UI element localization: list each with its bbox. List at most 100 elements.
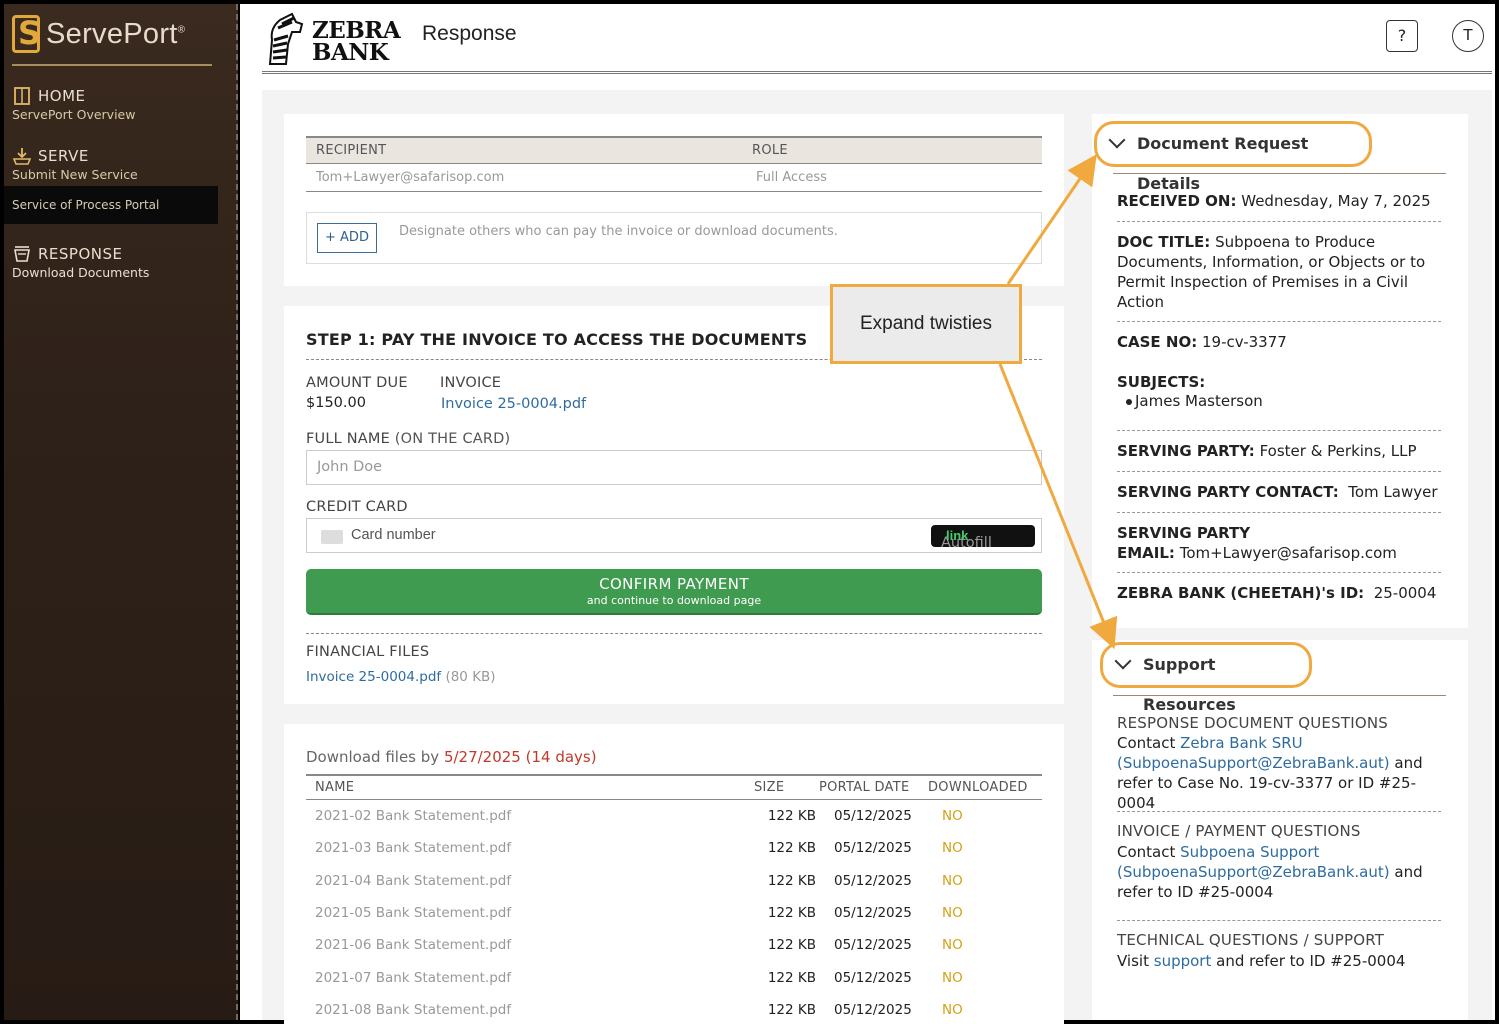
sidebar-item-sublabel: Download Documents — [12, 265, 150, 280]
autofill-label: Autofill — [941, 535, 992, 551]
confirm-payment-sublabel: and continue to download page — [586, 594, 762, 607]
file-portal-date: 05/12/2025 — [834, 937, 912, 954]
sidebar-item-response[interactable]: RESPONSE Download Documents — [12, 244, 232, 280]
autofill-link-button[interactable]: Autofill link — [931, 525, 1035, 551]
file-size: 122 KB — [767, 872, 816, 889]
file-portal-date: 05/12/2025 — [834, 808, 912, 825]
file-downloaded-status: NO — [942, 905, 963, 922]
file-name-link[interactable]: 2021-07 Bank Statement.pdf — [306, 970, 746, 986]
column-header-role: ROLE — [752, 143, 788, 158]
card-number-placeholder: Card number — [351, 527, 436, 543]
divider — [1113, 695, 1446, 696]
file-name-link[interactable]: 2021-03 Bank Statement.pdf — [306, 840, 746, 856]
chevron-down-icon — [1108, 131, 1126, 149]
file-portal-date: 05/12/2025 — [834, 905, 912, 922]
divider — [1117, 430, 1441, 431]
divider — [1113, 173, 1446, 174]
file-size: 122 KB — [767, 969, 816, 986]
file-downloaded-status: NO — [942, 872, 963, 889]
subject-item: James Masterson — [1126, 392, 1263, 410]
divider — [1117, 572, 1441, 573]
serving-party-row: SERVING PARTY: Foster & Perkins, LLP — [1117, 442, 1417, 460]
support-resources-title: Support Resources — [1143, 655, 1236, 714]
divider — [1117, 321, 1441, 322]
file-name-link[interactable]: 2021-05 Bank Statement.pdf — [306, 905, 746, 921]
confirm-payment-button[interactable]: CONFIRM PAYMENT and continue to download… — [306, 569, 1042, 615]
response-questions-heading: RESPONSE DOCUMENT QUESTIONS — [1117, 714, 1388, 732]
divider — [1117, 811, 1441, 812]
document-details-twisty[interactable]: Document Request Details — [1094, 121, 1372, 193]
sidebar: ServePort® HOME ServePort Overview SERVE… — [4, 4, 238, 1020]
file-downloaded-status: NO — [942, 969, 963, 986]
file-name-link[interactable]: 2021-08 Bank Statement.pdf — [306, 1002, 746, 1018]
table-row: 2021-04 Bank Statement.pdf 122 KB 05/12/… — [306, 865, 1042, 897]
serveport-logo-icon — [12, 14, 41, 53]
amount-due-label: AMOUNT DUE — [306, 375, 408, 391]
file-name-link[interactable]: 2021-02 Bank Statement.pdf — [306, 808, 746, 824]
recipients-table: RECIPIENT ROLE Tom+Lawyer@safarisop.com … — [306, 136, 1042, 192]
column-header-downloaded: DOWNLOADED — [928, 780, 1028, 795]
add-recipient-button[interactable]: + ADD — [317, 223, 377, 253]
full-name-input[interactable]: John Doe — [306, 450, 1042, 485]
table-row: 2021-07 Bank Statement.pdf 122 KB 05/12/… — [306, 961, 1042, 993]
sidebar-item-sublabel: ServePort Overview — [12, 107, 136, 122]
support-link[interactable]: support — [1154, 952, 1212, 970]
credit-card-icon — [321, 530, 343, 544]
download-deadline-prefix: Download files by — [306, 748, 440, 766]
file-portal-date: 05/12/2025 — [834, 872, 912, 889]
financial-file-size: (80 KB) — [445, 669, 496, 685]
support-email-link[interactable]: (SubpoenaSupport@ZebraBank.aut) — [1117, 863, 1390, 881]
file-downloaded-status: NO — [942, 808, 963, 825]
invoice-label: INVOICE — [440, 375, 502, 391]
sidebar-item-label: RESPONSE — [38, 245, 123, 263]
downloads-card: Download files by 5/27/2025 (14 days) NA… — [284, 724, 1064, 1024]
table-row: 2021-08 Bank Statement.pdf 122 KB 05/12/… — [306, 994, 1042, 1024]
annotation-callout: Expand twisties — [830, 284, 1022, 364]
subpoena-support-link[interactable]: Subpoena Support — [1180, 843, 1319, 861]
file-size: 122 KB — [767, 1001, 816, 1018]
serveport-logo[interactable]: ServePort® — [12, 12, 185, 56]
download-deadline-date: 5/27/2025 (14 days) — [443, 748, 597, 766]
column-header-size: SIZE — [754, 780, 785, 795]
divider — [1117, 471, 1441, 472]
sidebar-active-label: Service of Process Portal — [12, 198, 160, 212]
invoice-questions-body: Contact Subpoena Support (SubpoenaSuppor… — [1117, 843, 1423, 901]
divider — [1117, 221, 1441, 222]
support-email-link[interactable]: (SubpoenaSupport@ZebraBank.aut) — [1117, 754, 1390, 772]
full-name-hint: (ON THE CARD) — [394, 431, 511, 447]
recipients-card: RECIPIENT ROLE Tom+Lawyer@safarisop.com … — [284, 114, 1064, 286]
user-avatar-button[interactable]: T — [1452, 20, 1484, 52]
file-downloaded-status: NO — [942, 937, 963, 954]
financial-files-label: FINANCIAL FILES — [306, 644, 430, 660]
file-portal-date: 05/12/2025 — [834, 969, 912, 986]
amount-due-value: $150.00 — [306, 395, 366, 411]
full-name-placeholder: John Doe — [317, 459, 383, 475]
support-resources-twisty[interactable]: Support Resources — [1100, 642, 1312, 714]
payment-card: STEP 1: PAY THE INVOICE TO ACCESS THE DO… — [284, 306, 1064, 704]
brand-name: ServePort — [46, 17, 178, 50]
divider — [306, 633, 1042, 634]
invoice-link[interactable]: Invoice 25-0004.pdf — [441, 396, 586, 412]
column-header-recipient: RECIPIENT — [316, 143, 387, 158]
zebra-icon — [268, 12, 304, 65]
basket-icon — [12, 244, 32, 264]
sidebar-active-item[interactable]: Service of Process Portal — [4, 186, 218, 224]
file-name-link[interactable]: 2021-04 Bank Statement.pdf — [306, 873, 746, 889]
file-size: 122 KB — [767, 905, 816, 922]
help-button[interactable]: ? — [1386, 20, 1418, 52]
sidebar-item-serve[interactable]: SERVE Submit New Service — [12, 146, 232, 182]
table-row: 2021-02 Bank Statement.pdf 122 KB 05/12/… — [306, 800, 1042, 832]
sidebar-item-home[interactable]: HOME ServePort Overview — [12, 86, 232, 122]
recipient-role: Full Access — [756, 170, 827, 185]
add-recipient-box: + ADD Designate others who can pay the i… — [306, 212, 1042, 264]
file-name-link[interactable]: 2021-06 Bank Statement.pdf — [306, 937, 746, 953]
add-recipient-note: Designate others who can pay the invoice… — [399, 224, 838, 239]
zebra-bank-logo[interactable]: ZEBRA BANK — [262, 10, 402, 66]
files-table: NAME SIZE PORTAL DATE DOWNLOADED 2021-02… — [306, 774, 1042, 1024]
main-area: ZEBRA BANK Response ? T RECIPIENT ROLE T… — [240, 4, 1495, 1024]
doc-title-row: DOC TITLE: Subpoena to Produce Documents… — [1117, 233, 1426, 311]
zebra-bank-sru-link[interactable]: Zebra Bank SRU — [1180, 734, 1303, 752]
book-icon — [12, 86, 32, 106]
financial-file-link[interactable]: Invoice 25-0004.pdf — [306, 669, 441, 685]
card-number-input[interactable]: Card number Autofill link — [306, 518, 1042, 553]
